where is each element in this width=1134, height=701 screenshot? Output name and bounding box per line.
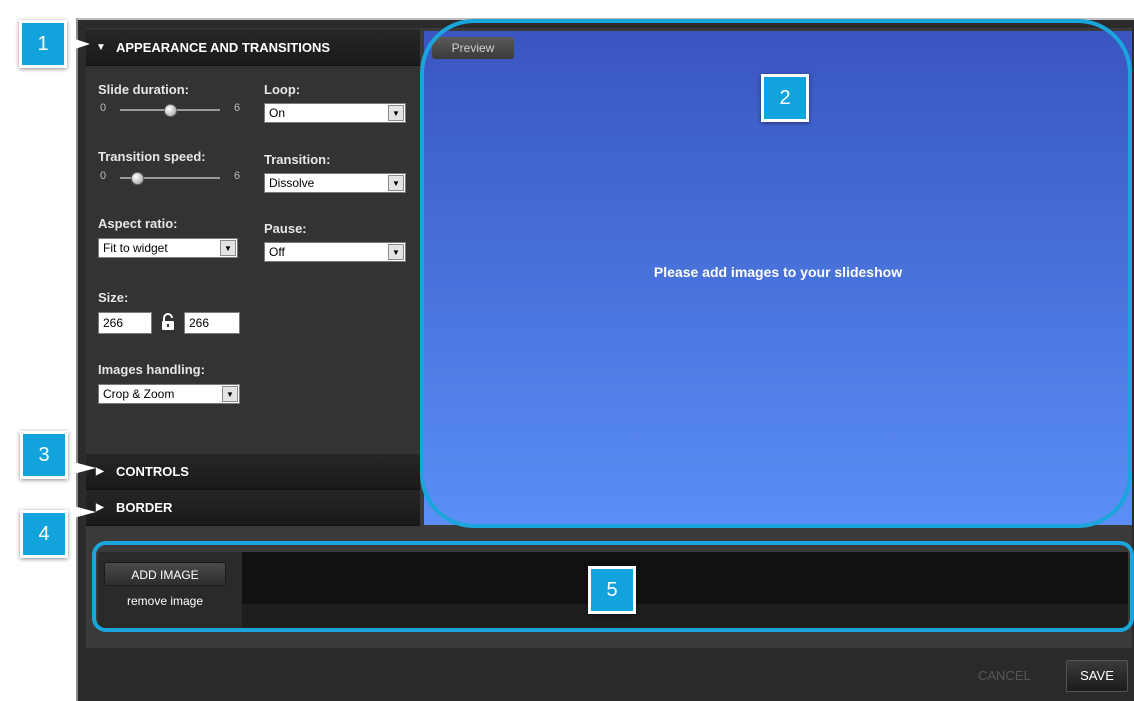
transition-speed-label: Transition speed: bbox=[98, 149, 206, 164]
dropdown-arrow-icon[interactable]: ▼ bbox=[220, 240, 236, 256]
size-height-input[interactable]: 266 bbox=[184, 312, 240, 334]
slide-duration-max: 6 bbox=[234, 102, 241, 114]
unlock-icon[interactable] bbox=[160, 313, 176, 331]
dropdown-arrow-icon[interactable]: ▼ bbox=[388, 105, 404, 121]
pause-select[interactable]: Off ▼ bbox=[264, 242, 406, 262]
images-handling-label: Images handling: bbox=[98, 362, 205, 377]
dialog-footer bbox=[86, 648, 1132, 700]
callout-pointer bbox=[66, 36, 90, 52]
collapsed-triangle-icon: ▶ bbox=[96, 502, 104, 513]
callout-pointer bbox=[66, 504, 96, 520]
callout-badge: 2 bbox=[761, 74, 809, 122]
aspect-ratio-select[interactable]: Fit to widget ▼ bbox=[98, 238, 238, 258]
callout-badge: 1 bbox=[19, 20, 67, 68]
size-width-input[interactable]: 266 bbox=[98, 312, 152, 334]
dropdown-arrow-icon[interactable]: ▼ bbox=[388, 244, 404, 260]
pause-value: Off bbox=[269, 245, 285, 259]
dropdown-arrow-icon[interactable]: ▼ bbox=[222, 386, 238, 402]
section-appearance-title: APPEARANCE AND TRANSITIONS bbox=[116, 40, 331, 55]
expanded-triangle-icon: ▼ bbox=[96, 42, 106, 53]
section-border-title: BORDER bbox=[116, 500, 173, 515]
transition-label: Transition: bbox=[264, 152, 331, 167]
section-controls-header[interactable]: ▶ CONTROLS bbox=[86, 454, 420, 490]
slide-duration-min: 0 bbox=[100, 102, 107, 114]
size-label: Size: bbox=[98, 290, 129, 305]
loop-value: On bbox=[269, 106, 286, 120]
section-appearance-header[interactable]: ▼ APPEARANCE AND TRANSITIONS bbox=[86, 30, 420, 66]
collapsed-triangle-icon: ▶ bbox=[96, 466, 104, 477]
slide-duration-handle[interactable] bbox=[164, 104, 177, 117]
callout-badge: 5 bbox=[588, 566, 636, 614]
images-handling-select[interactable]: Crop & Zoom ▼ bbox=[98, 384, 240, 404]
section-controls-title: CONTROLS bbox=[116, 464, 189, 479]
aspect-ratio-label: Aspect ratio: bbox=[98, 216, 178, 231]
cancel-button[interactable]: CANCEL bbox=[978, 668, 1031, 683]
transition-select[interactable]: Dissolve ▼ bbox=[264, 173, 406, 193]
dropdown-arrow-icon[interactable]: ▼ bbox=[388, 175, 404, 191]
transition-speed-slider[interactable]: 0 6 bbox=[98, 170, 248, 185]
aspect-ratio-value: Fit to widget bbox=[103, 241, 168, 255]
transition-value: Dissolve bbox=[269, 176, 315, 190]
callout-badge: 4 bbox=[20, 510, 68, 558]
save-button[interactable]: SAVE bbox=[1066, 660, 1128, 692]
transition-speed-min: 0 bbox=[100, 170, 107, 182]
callout-badge: 3 bbox=[20, 431, 68, 479]
callout-pointer bbox=[66, 460, 96, 476]
loop-label: Loop: bbox=[264, 82, 301, 97]
section-border-header[interactable]: ▶ BORDER bbox=[86, 490, 420, 526]
transition-speed-max: 6 bbox=[234, 170, 241, 182]
slide-duration-slider[interactable]: 0 6 bbox=[98, 102, 248, 117]
pause-label: Pause: bbox=[264, 221, 307, 236]
loop-select[interactable]: On ▼ bbox=[264, 103, 406, 123]
slide-duration-label: Slide duration: bbox=[98, 82, 189, 97]
transition-speed-handle[interactable] bbox=[130, 172, 144, 185]
images-handling-value: Crop & Zoom bbox=[103, 387, 175, 401]
